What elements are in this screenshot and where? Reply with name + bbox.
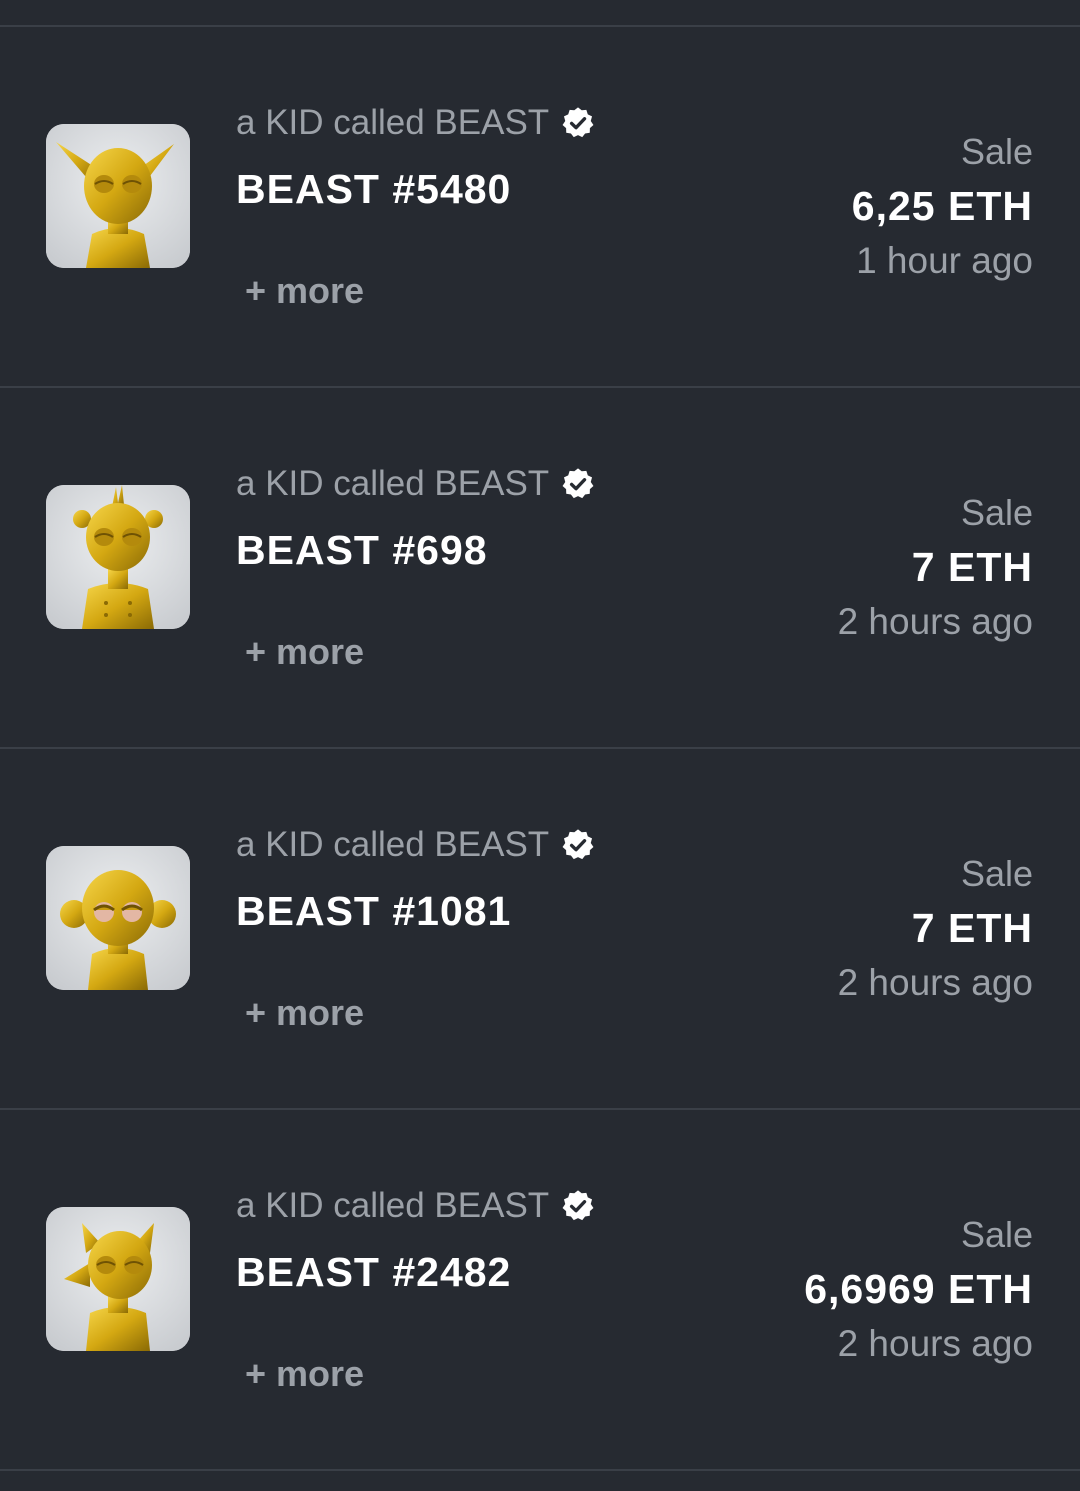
gold-figure-image (46, 124, 190, 268)
nft-thumbnail[interactable] (46, 1207, 190, 1351)
sale-time: 2 hours ago (837, 962, 1033, 1003)
more-button[interactable]: + more (245, 630, 364, 674)
collection-label: a KID called BEAST (236, 103, 550, 142)
sale-info: Sale 6,6969 ETH 2 hours ago (804, 1212, 1033, 1368)
nft-thumbnail[interactable] (46, 846, 190, 990)
gold-figure-image (46, 1207, 190, 1351)
sale-price: 7 ETH (911, 544, 1033, 590)
list-item[interactable]: a KID called BEAST BEAST #5480 + more Sa… (0, 27, 1080, 388)
verified-badge-icon (561, 467, 595, 501)
collection-name[interactable]: a KID called BEAST (236, 101, 595, 145)
gold-figure-image (46, 485, 190, 629)
collection-label: a KID called BEAST (236, 825, 550, 864)
verified-badge-icon (561, 828, 595, 862)
list-item[interactable]: a KID called BEAST BEAST #1081 + more Sa… (0, 749, 1080, 1110)
event-type: Sale (960, 131, 1033, 172)
sale-price: 6,25 ETH (851, 183, 1033, 229)
sale-time: 2 hours ago (837, 1323, 1033, 1364)
collection-name[interactable]: a KID called BEAST (236, 1184, 595, 1228)
collection-label: a KID called BEAST (236, 464, 550, 503)
collection-name[interactable]: a KID called BEAST (236, 823, 595, 867)
sale-info: Sale 6,25 ETH 1 hour ago (852, 129, 1033, 285)
collection-name[interactable]: a KID called BEAST (236, 462, 595, 506)
activity-list: a KID called BEAST BEAST #5480 + more Sa… (0, 27, 1080, 1471)
gold-figure-image (46, 846, 190, 990)
more-button[interactable]: + more (245, 1352, 364, 1396)
event-type: Sale (960, 492, 1033, 533)
nft-name[interactable]: BEAST #698 (236, 524, 488, 576)
event-type: Sale (960, 1214, 1033, 1255)
more-button[interactable]: + more (245, 269, 364, 313)
sale-time: 2 hours ago (837, 601, 1033, 642)
nft-thumbnail[interactable] (46, 124, 190, 268)
nft-name[interactable]: BEAST #5480 (236, 163, 511, 215)
sale-info: Sale 7 ETH 2 hours ago (838, 851, 1033, 1007)
nft-name[interactable]: BEAST #1081 (236, 885, 511, 937)
nft-thumbnail[interactable] (46, 485, 190, 629)
event-type: Sale (960, 853, 1033, 894)
verified-badge-icon (561, 1189, 595, 1223)
sale-price: 6,6969 ETH (804, 1266, 1033, 1312)
sale-info: Sale 7 ETH 2 hours ago (838, 490, 1033, 646)
more-button[interactable]: + more (245, 991, 364, 1035)
collection-label: a KID called BEAST (236, 1186, 550, 1225)
sale-time: 1 hour ago (856, 240, 1033, 281)
sale-price: 7 ETH (911, 905, 1033, 951)
list-item[interactable]: a KID called BEAST BEAST #698 + more Sal… (0, 388, 1080, 749)
verified-badge-icon (561, 106, 595, 140)
list-item[interactable]: a KID called BEAST BEAST #2482 + more Sa… (0, 1110, 1080, 1471)
nft-name[interactable]: BEAST #2482 (236, 1246, 511, 1298)
